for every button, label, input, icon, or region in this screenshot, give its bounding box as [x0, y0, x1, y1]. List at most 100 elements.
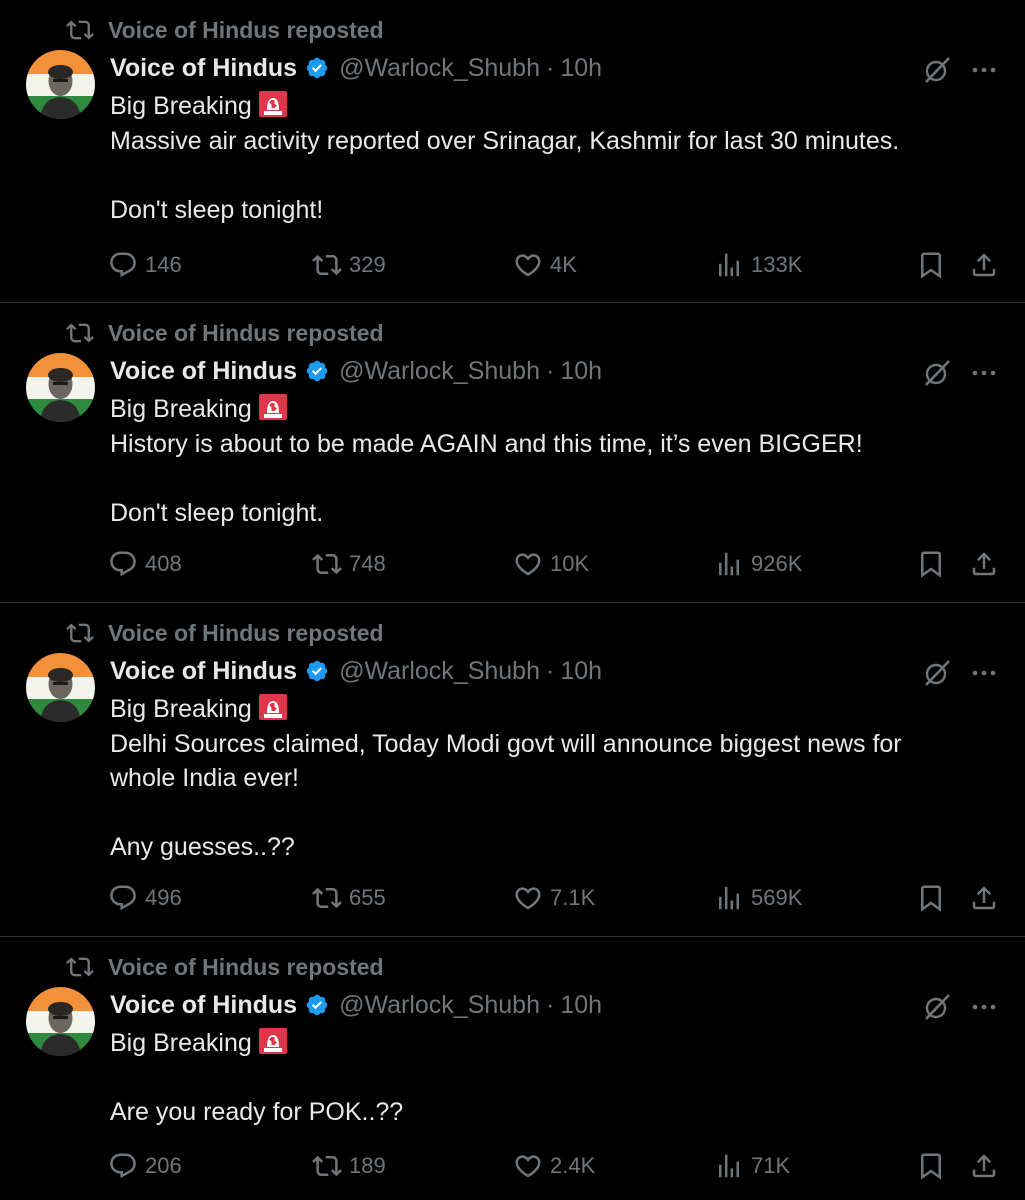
post-text-fragment: Big Breaking [110, 92, 252, 120]
separator-dot: · [546, 656, 555, 685]
views-button[interactable]: 569K [714, 883, 802, 913]
like-count: 4K [550, 252, 577, 277]
reply-icon [110, 551, 136, 577]
avatar[interactable] [26, 50, 95, 119]
grok-icon[interactable] [922, 992, 952, 1022]
user-handle[interactable]: @Warlock_Shubh [339, 54, 540, 83]
repost-count: 748 [349, 551, 386, 576]
views-button[interactable]: 133K [714, 250, 802, 280]
post-text-line: History is about to be made AGAIN and th… [110, 429, 863, 458]
verified-badge-icon [306, 660, 328, 682]
reply-button[interactable]: 496 [108, 883, 182, 913]
repost-button[interactable]: 329 [312, 250, 386, 280]
share-button[interactable] [969, 883, 999, 913]
repost-button[interactable]: 189 [312, 1151, 386, 1181]
siren-emoji-icon [258, 91, 287, 117]
repost-icon [66, 20, 94, 40]
post-header: Voice of Hindus @Warlock_Shubh · 10h [110, 51, 602, 85]
like-count: 10K [550, 551, 590, 576]
repost-button[interactable]: 748 [312, 549, 386, 579]
timeline-feed: Voice of Hindus reposted Voice of Hindus… [0, 0, 1025, 1200]
post-header: Voice of Hindus @Warlock_Shubh · 10h [110, 354, 602, 388]
repost-label[interactable]: Voice of Hindus reposted [108, 320, 384, 347]
repost-label[interactable]: Voice of Hindus reposted [108, 954, 384, 981]
post[interactable]: Voice of Hindus reposted Voice of Hindus… [0, 603, 1025, 937]
repost-label[interactable]: Voice of Hindus reposted [108, 620, 384, 647]
post-text-line [110, 796, 990, 831]
views-icon [719, 253, 739, 277]
post-timestamp[interactable]: 10h [560, 657, 602, 686]
more-icon[interactable] [970, 359, 998, 387]
siren-emoji-icon [258, 1028, 287, 1054]
post-timestamp[interactable]: 10h [560, 357, 602, 386]
avatar[interactable] [26, 653, 95, 722]
bookmark-icon [921, 885, 941, 912]
bookmark-button[interactable] [916, 883, 946, 913]
post-text: Big Breaking Delhi Sources claimed, Toda… [110, 692, 990, 865]
grok-icon[interactable] [922, 358, 952, 388]
reply-count: 496 [145, 885, 182, 910]
repost-indicator: Voice of Hindus reposted [66, 317, 384, 349]
avatar[interactable] [26, 353, 95, 422]
user-handle[interactable]: @Warlock_Shubh [339, 357, 540, 386]
reply-button[interactable]: 146 [108, 250, 182, 280]
reply-count: 206 [145, 1153, 182, 1178]
like-button[interactable]: 2.4K [513, 1151, 595, 1181]
share-button[interactable] [969, 549, 999, 579]
post-text-fragment: Big Breaking [110, 1029, 252, 1057]
more-icon[interactable] [970, 56, 998, 84]
grok-icon[interactable] [922, 55, 952, 85]
siren-emoji-icon [258, 394, 287, 420]
bookmark-button[interactable] [916, 1151, 946, 1181]
bookmark-icon [921, 551, 941, 578]
user-handle[interactable]: @Warlock_Shubh [339, 657, 540, 686]
reply-icon [110, 1153, 136, 1179]
views-button[interactable]: 71K [714, 1151, 790, 1181]
siren-emoji-icon [258, 694, 287, 720]
post[interactable]: Voice of Hindus reposted Voice of Hindus… [0, 0, 1025, 303]
display-name[interactable]: Voice of Hindus [110, 657, 297, 686]
like-button[interactable]: 10K [513, 549, 589, 579]
post[interactable]: Voice of Hindus reposted Voice of Hindus… [0, 303, 1025, 603]
more-icon[interactable] [970, 659, 998, 687]
bookmark-icon [921, 1153, 941, 1180]
grok-icon[interactable] [922, 658, 952, 688]
post-text-line: Don't sleep tonight! [110, 195, 324, 224]
bookmark-button[interactable] [916, 250, 946, 280]
like-button[interactable]: 4K [513, 250, 577, 280]
views-count: 926K [751, 551, 803, 576]
post-text-line: Big Breaking [110, 1026, 990, 1061]
share-button[interactable] [969, 250, 999, 280]
post-text-line: Are you ready for POK..?? [110, 1098, 404, 1126]
post[interactable]: Voice of Hindus reposted Voice of Hindus… [0, 937, 1025, 1200]
bookmark-button[interactable] [916, 549, 946, 579]
display-name[interactable]: Voice of Hindus [110, 357, 297, 386]
post-text: Big Breaking History is about to be made… [110, 392, 990, 530]
repost-count: 329 [349, 252, 386, 277]
views-icon [719, 886, 739, 910]
repost-label[interactable]: Voice of Hindus reposted [108, 17, 384, 44]
display-name[interactable]: Voice of Hindus [110, 54, 297, 83]
verified-badge-icon [306, 360, 328, 382]
post-timestamp[interactable]: 10h [560, 54, 602, 83]
more-icon[interactable] [970, 993, 998, 1021]
repost-icon [312, 254, 342, 276]
avatar[interactable] [26, 987, 95, 1056]
share-button[interactable] [969, 1151, 999, 1181]
views-button[interactable]: 926K [714, 549, 802, 579]
like-icon [515, 254, 541, 277]
repost-indicator: Voice of Hindus reposted [66, 951, 384, 983]
repost-button[interactable]: 655 [312, 883, 386, 913]
user-handle[interactable]: @Warlock_Shubh [339, 991, 540, 1020]
like-icon [515, 887, 541, 910]
reply-button[interactable]: 206 [108, 1151, 182, 1181]
like-button[interactable]: 7.1K [513, 883, 595, 913]
post-timestamp[interactable]: 10h [560, 991, 602, 1020]
post-actions: 408 748 10K 926K [108, 549, 1003, 579]
repost-indicator: Voice of Hindus reposted [66, 14, 384, 46]
verified-badge-icon [306, 57, 328, 79]
share-icon [972, 1154, 996, 1178]
reply-button[interactable]: 408 [108, 549, 182, 579]
display-name[interactable]: Voice of Hindus [110, 991, 297, 1020]
post-actions: 496 655 7.1K 569K [108, 883, 1003, 913]
